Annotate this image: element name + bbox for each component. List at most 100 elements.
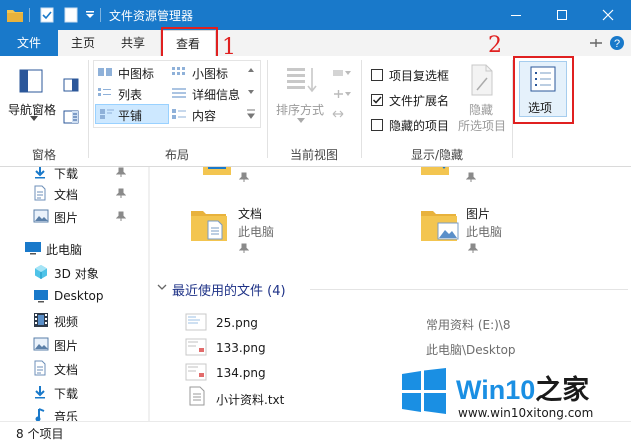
folder-location: 此电脑	[238, 225, 275, 239]
pin-icon	[116, 167, 126, 177]
size-columns-icon	[332, 109, 352, 119]
medium-icons-icon	[97, 66, 113, 78]
pin-icon	[239, 243, 249, 253]
pin-icon	[468, 243, 478, 253]
watermark: Win10之家 www.win10xitong.com	[400, 362, 631, 432]
chevron-down-icon[interactable]	[157, 284, 167, 291]
properties-icon[interactable]	[40, 7, 54, 23]
file-extensions-label: 文件扩展名	[389, 94, 450, 108]
item-checkboxes-checkbox[interactable]	[371, 69, 383, 81]
annotation-box-options	[513, 56, 574, 124]
pin-icon	[116, 211, 126, 221]
item-count: 8 个项目	[16, 427, 64, 441]
layout-list[interactable]: 列表	[118, 86, 142, 103]
folder-icon[interactable]	[6, 7, 24, 23]
recent-file-path: 常用资料 (E:)\8	[426, 318, 511, 332]
group-by-icon	[332, 68, 352, 78]
current-view-group-label: 当前视图	[289, 148, 338, 162]
svg-text:?: ?	[614, 38, 620, 50]
hidden-items-label: 隐藏的项目	[389, 119, 450, 133]
help-icon[interactable]: ?	[609, 35, 625, 51]
nav-item-music[interactable]: 音乐	[0, 404, 148, 421]
maximize-button[interactable]	[539, 0, 585, 30]
recent-file-name: 134.png	[216, 366, 266, 380]
tab-share[interactable]: 共享	[108, 30, 158, 56]
nav-label: 文档	[54, 188, 79, 202]
watermark-url: www.win10xitong.com	[458, 406, 594, 420]
nav-item-documents[interactable]: 文档	[0, 182, 148, 205]
pin-ribbon-icon[interactable]	[589, 37, 603, 49]
downloads-folder-icon[interactable]	[420, 167, 454, 179]
group-separator	[267, 60, 268, 158]
pin-icon	[239, 172, 249, 182]
sort-by-label: 排序方式	[276, 103, 325, 117]
tab-home[interactable]: 主页	[58, 30, 108, 56]
watermark-brand: Win10之家	[456, 368, 589, 407]
text-file-icon[interactable]	[189, 386, 205, 406]
nav-item-downloads-pc[interactable]: 下载	[0, 381, 148, 404]
customize-toolbar-icon[interactable]	[85, 11, 95, 19]
nav-label: 下载	[54, 387, 79, 401]
hide-selected-icon[interactable]	[469, 64, 495, 96]
chevron-down-icon	[297, 118, 305, 123]
nav-item-this-pc[interactable]: 此电脑	[0, 237, 148, 260]
nav-label: 3D 对象	[54, 267, 99, 281]
layout-tiles: 平铺	[118, 109, 143, 123]
pin-icon	[466, 172, 476, 182]
layout-details[interactable]: 详细信息	[192, 86, 240, 103]
layout-content[interactable]: 内容	[192, 107, 216, 124]
nav-item-3d-objects[interactable]: 3D 对象	[0, 261, 148, 284]
image-file-icon[interactable]	[185, 363, 207, 381]
documents-folder-icon[interactable]	[190, 207, 228, 243]
separator	[29, 8, 30, 22]
nav-item-videos[interactable]: 视频	[0, 309, 148, 332]
watermark-brand-a: Win10	[456, 375, 536, 405]
nav-item-documents-pc[interactable]: 文档	[0, 357, 148, 380]
annotation-box-view-tab	[161, 27, 218, 58]
pictures-folder-icon[interactable]	[420, 207, 460, 243]
hide-selected-label-2: 所选项目	[458, 119, 507, 133]
window-title: 文件资源管理器	[109, 9, 194, 23]
nav-label: 音乐	[54, 410, 79, 421]
navigation-pane-button[interactable]	[8, 66, 52, 102]
small-icons-icon	[171, 66, 187, 78]
recent-files-header[interactable]: 最近使用的文件 (4)	[172, 280, 286, 299]
file-extensions-checkbox[interactable]	[371, 94, 383, 106]
nav-label: Desktop	[54, 289, 104, 303]
layout-group-label: 布局	[164, 148, 189, 162]
preview-pane-icon[interactable]	[63, 78, 79, 92]
content-icon	[171, 108, 187, 120]
gallery-scroll-up-icon[interactable]	[246, 64, 256, 122]
close-button[interactable]	[585, 0, 631, 30]
windows-logo-icon	[402, 368, 446, 414]
new-folder-icon[interactable]	[64, 7, 78, 23]
nav-label: 此电脑	[46, 243, 83, 257]
tab-file[interactable]: 文件	[0, 30, 58, 56]
sort-by-icon[interactable]	[285, 64, 319, 96]
add-columns-icon	[332, 89, 352, 99]
nav-item-pictures[interactable]: 图片	[0, 205, 148, 228]
folder-name: 图片	[466, 207, 491, 221]
minimize-button[interactable]	[493, 0, 539, 30]
layout-small-icons[interactable]: 小图标	[192, 65, 228, 82]
nav-label: 视频	[54, 315, 79, 329]
recent-file-name: 25.png	[216, 316, 258, 330]
group-separator	[361, 60, 362, 158]
image-file-icon[interactable]	[185, 338, 207, 356]
details-pane-icon[interactable]	[63, 110, 79, 124]
nav-label: 下载	[54, 167, 79, 181]
nav-item-pictures-pc[interactable]: 图片	[0, 333, 148, 356]
nav-item-desktop[interactable]: Desktop	[0, 285, 148, 308]
nav-label: 图片	[54, 211, 79, 225]
title-bar: 文件资源管理器	[0, 0, 631, 30]
annotation-step-2: 2	[488, 33, 502, 58]
desktop-folder-icon[interactable]	[202, 167, 232, 179]
image-file-icon[interactable]	[185, 313, 207, 331]
show-hide-group-label: 显示/隐藏	[410, 148, 464, 162]
layout-medium-icons[interactable]: 中图标	[118, 65, 154, 82]
item-checkboxes-label: 项目复选框	[389, 69, 450, 83]
list-icon	[97, 87, 113, 99]
pin-icon	[116, 188, 126, 198]
hidden-items-checkbox[interactable]	[371, 119, 383, 131]
watermark-brand-b: 之家	[535, 375, 590, 405]
